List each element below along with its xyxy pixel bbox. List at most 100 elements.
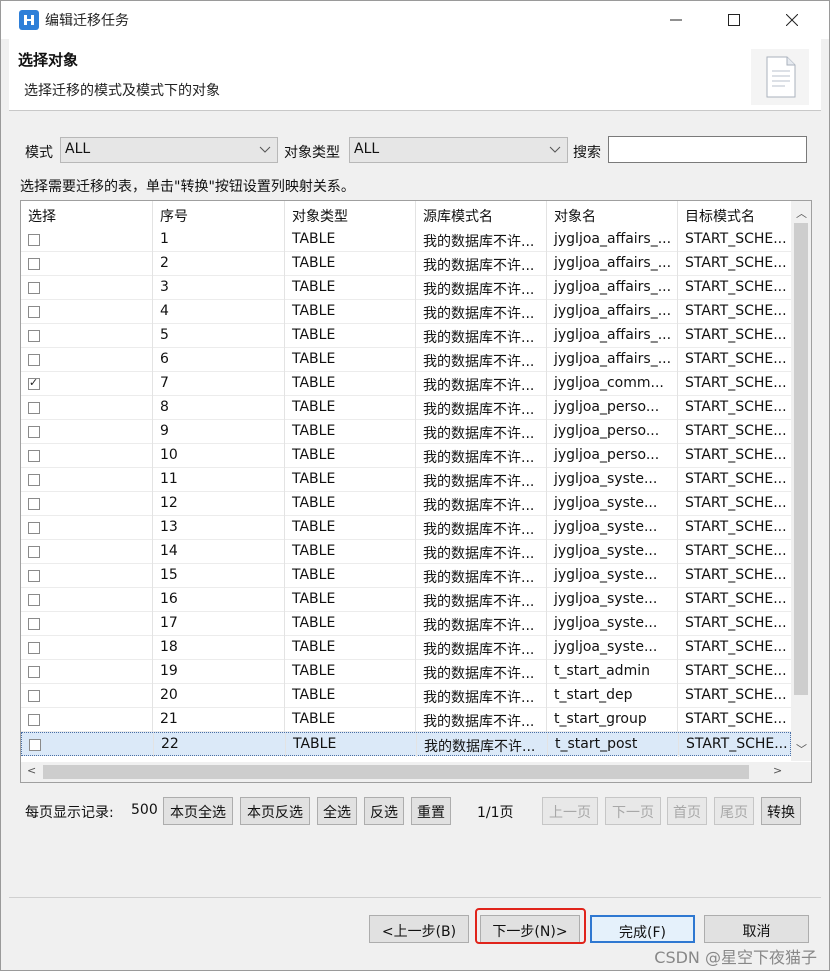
table-row[interactable]: 14 TABLE 我的数据库不许... jygljoa_syste... START_S… — [21, 540, 791, 564]
row-checkbox[interactable] — [28, 690, 40, 702]
convert-button[interactable]: 转换 — [761, 797, 801, 825]
maximize-button[interactable] — [705, 1, 763, 39]
select-cell — [21, 300, 153, 324]
cancel-button[interactable]: 取消 — [704, 915, 809, 943]
object-name-cell: jygljoa_syste... — [547, 540, 678, 564]
table-row[interactable]: 8 TABLE 我的数据库不许... jygljoa_perso... START_SC… — [21, 396, 791, 420]
row-checkbox[interactable] — [28, 376, 40, 390]
column-header[interactable]: 目标模式名 — [678, 201, 791, 228]
reset-button[interactable]: 重置 — [411, 797, 451, 825]
row-checkbox[interactable] — [28, 522, 40, 534]
table-row[interactable]: 9 TABLE 我的数据库不许... jygljoa_perso... START_SC… — [21, 420, 791, 444]
table-row[interactable]: 1 TABLE 我的数据库不许... jygljoa_affairs_... START… — [21, 228, 791, 252]
row-checkbox[interactable] — [28, 594, 40, 606]
row-checkbox[interactable] — [28, 474, 40, 486]
target-schema-cell: START_SCHE... — [685, 711, 787, 727]
select-cell — [21, 540, 153, 564]
vertical-scrollbar[interactable]: ︿ ﹀ — [791, 201, 811, 761]
per-page-value: 500 — [131, 802, 158, 818]
object-name-cell: jygljoa_affairs_... — [547, 348, 678, 372]
row-checkbox[interactable] — [28, 618, 40, 630]
row-checkbox[interactable] — [28, 714, 40, 726]
row-checkbox[interactable] — [28, 330, 40, 342]
source-schema-cell: 我的数据库不许... — [416, 684, 547, 708]
table-row[interactable]: 18 TABLE 我的数据库不许... jygljoa_syste... START_S… — [21, 636, 791, 660]
prev-page-button[interactable]: 上一页 — [542, 797, 598, 825]
table-row[interactable]: 20 TABLE 我的数据库不许... t_start_dep START_SCHE..… — [21, 684, 791, 708]
finish-button[interactable]: 完成(F) — [590, 915, 695, 943]
horizontal-scroll-thumb[interactable] — [43, 765, 749, 779]
row-checkbox[interactable] — [29, 739, 41, 751]
vertical-scroll-thumb[interactable] — [794, 223, 808, 695]
row-number: 6 — [153, 348, 285, 372]
next-button-highlight — [475, 908, 586, 944]
row-checkbox[interactable] — [28, 570, 40, 582]
target-schema-cell: START_SCHE... — [685, 471, 787, 487]
invert-page-button[interactable]: 本页反选 — [240, 797, 310, 825]
row-checkbox[interactable] — [28, 666, 40, 678]
invert-selection-button[interactable]: 反选 — [364, 797, 404, 825]
row-number: 14 — [153, 540, 285, 564]
last-page-button[interactable]: 尾页 — [714, 797, 754, 825]
object-type-cell: TABLE — [285, 612, 416, 636]
table-row[interactable]: 17 TABLE 我的数据库不许... jygljoa_syste... START_S… — [21, 612, 791, 636]
table-row[interactable]: 16 TABLE 我的数据库不许... jygljoa_syste... START_S… — [21, 588, 791, 612]
search-input[interactable] — [608, 136, 807, 163]
table-row[interactable]: 15 TABLE 我的数据库不许... jygljoa_syste... START_S… — [21, 564, 791, 588]
row-checkbox[interactable] — [28, 642, 40, 654]
row-checkbox[interactable] — [28, 402, 40, 414]
row-checkbox[interactable] — [28, 426, 40, 438]
column-header[interactable]: 序号 — [153, 201, 285, 228]
table-row[interactable]: 21 TABLE 我的数据库不许... t_start_group START_SCHE… — [21, 708, 791, 732]
back-button[interactable]: <上一步(B) — [369, 915, 469, 943]
table-row[interactable]: 2 TABLE 我的数据库不许... jygljoa_affairs_... START… — [21, 252, 791, 276]
table-row[interactable]: 7TABLE我的数据库不许...jygljoa_comm... START_SCH… — [21, 372, 791, 396]
table-row[interactable]: 13 TABLE 我的数据库不许... jygljoa_syste... START_S… — [21, 516, 791, 540]
column-header[interactable]: 对象名 — [547, 201, 678, 228]
next-page-button[interactable]: 下一页 — [605, 797, 661, 825]
row-checkbox[interactable] — [28, 282, 40, 294]
row-checkbox[interactable] — [28, 234, 40, 246]
select-all-button[interactable]: 全选 — [317, 797, 357, 825]
object-name-cell: jygljoa_syste... — [547, 468, 678, 492]
object-name-cell: jygljoa_affairs_... — [547, 324, 678, 348]
source-schema-cell: 我的数据库不许... — [416, 516, 547, 540]
table-row[interactable]: 22 TABLE 我的数据库不许... t_start_post START_SCHE.… — [21, 732, 791, 757]
select-page-button[interactable]: 本页全选 — [163, 797, 233, 825]
table-row[interactable]: 11 TABLE 我的数据库不许... jygljoa_syste... START_S… — [21, 468, 791, 492]
column-header[interactable]: 选择 — [21, 201, 153, 228]
close-window-button[interactable] — [763, 1, 821, 39]
row-checkbox[interactable] — [28, 306, 40, 318]
horizontal-scrollbar[interactable]: < > — [21, 762, 811, 782]
table-row[interactable]: 4 TABLE 我的数据库不许... jygljoa_affairs_... START… — [21, 300, 791, 324]
table-row[interactable]: 19 TABLE 我的数据库不许... t_start_admin START_SCHE… — [21, 660, 791, 684]
object-type-cell: TABLE — [285, 588, 416, 612]
select-cell — [21, 588, 153, 612]
row-checkbox[interactable] — [28, 354, 40, 366]
object-name-cell: t_start_dep — [547, 684, 678, 708]
minimize-button[interactable] — [647, 1, 705, 39]
mode-select[interactable]: ALL — [60, 137, 278, 163]
column-header[interactable]: 对象类型 — [285, 201, 416, 228]
target-schema-cell: START_SCHE... — [685, 495, 787, 511]
row-number: 5 — [153, 324, 285, 348]
row-checkbox[interactable] — [28, 258, 40, 270]
table-row[interactable]: 10 TABLE 我的数据库不许... jygljoa_perso... START_S… — [21, 444, 791, 468]
select-cell — [21, 252, 153, 276]
target-schema-cell: START_SCHE... — [685, 375, 787, 391]
scroll-right-icon[interactable]: > — [773, 764, 782, 777]
source-schema-cell: 我的数据库不许... — [416, 444, 547, 468]
row-checkbox[interactable] — [28, 450, 40, 462]
scroll-down-icon[interactable]: ﹀ — [796, 741, 807, 757]
row-checkbox[interactable] — [28, 546, 40, 558]
column-header[interactable]: 源库模式名 — [416, 201, 547, 228]
table-row[interactable]: 6 TABLE 我的数据库不许... jygljoa_affairs_... START… — [21, 348, 791, 372]
table-row[interactable]: 5 TABLE 我的数据库不许... jygljoa_affairs_... START… — [21, 324, 791, 348]
scroll-left-icon[interactable]: < — [27, 764, 36, 777]
table-row[interactable]: 3 TABLE 我的数据库不许... jygljoa_affairs_... START… — [21, 276, 791, 300]
object-type-select[interactable]: ALL — [349, 137, 568, 163]
scroll-up-icon[interactable]: ︿ — [796, 205, 807, 221]
first-page-button[interactable]: 首页 — [667, 797, 707, 825]
table-row[interactable]: 12 TABLE 我的数据库不许... jygljoa_syste... START_S… — [21, 492, 791, 516]
row-checkbox[interactable] — [28, 498, 40, 510]
